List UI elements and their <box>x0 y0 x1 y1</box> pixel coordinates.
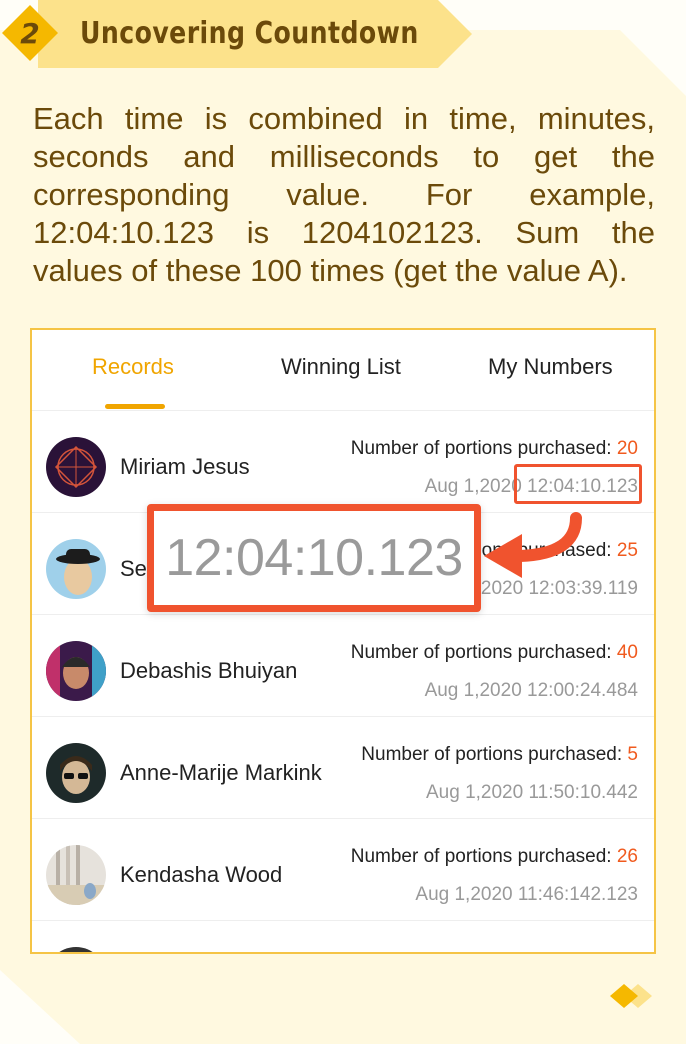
records-panel: Records Winning List My Numbers Miriam J… <box>30 328 656 954</box>
section-title: Uncovering Countdown <box>80 16 419 51</box>
record-row[interactable]: Anne-Marije Markink Number of portions p… <box>32 716 654 819</box>
active-tab-indicator <box>105 404 165 409</box>
record-row[interactable]: Debashis Bhuiyan Number of portions purc… <box>32 614 654 717</box>
step-badge-icon: 2 <box>2 5 58 61</box>
record-row[interactable]: Kendasha Wood Number of portions purchas… <box>32 818 654 921</box>
avatar <box>46 845 106 905</box>
tab-winning-list[interactable]: Winning List <box>281 354 401 380</box>
record-name: Anne-Marije Markink <box>120 760 322 785</box>
record-name: Miriam Jesus <box>120 454 250 479</box>
avatar <box>46 947 106 952</box>
record-name: Debashis Bhuiyan <box>120 658 298 683</box>
diamond-decoration-icon <box>610 984 652 1008</box>
step-number: 2 <box>20 17 39 50</box>
record-timestamp: Aug 1,2020 12:00:24.484 <box>424 680 638 701</box>
record-row-partial[interactable] <box>32 920 654 952</box>
instructions-text: Each time is combined in time, minutes, … <box>33 101 655 288</box>
tab-bar: Records Winning List My Numbers <box>32 330 654 411</box>
portions-purchased: Number of portions purchased: 5 <box>361 744 638 765</box>
portions-purchased: Number of portions purchased: 40 <box>350 642 638 663</box>
tab-my-numbers[interactable]: My Numbers <box>488 354 613 380</box>
avatar <box>46 437 106 497</box>
avatar <box>46 743 106 803</box>
portions-purchased: Number of portions purchased: 20 <box>350 438 638 459</box>
portions-purchased: Number of portions purchased: 26 <box>350 846 638 867</box>
record-name: Se <box>120 556 147 581</box>
zoomed-time-text: 12:04:10.123 <box>165 529 463 587</box>
zoomed-time-callout: 12:04:10.123 <box>147 504 481 612</box>
avatar <box>46 641 106 701</box>
avatar <box>46 539 106 599</box>
record-timestamp: Aug 1,2020 11:46:142.123 <box>415 884 638 905</box>
tab-records[interactable]: Records <box>92 354 174 380</box>
curved-arrow-icon <box>484 512 582 578</box>
record-name: Kendasha Wood <box>120 862 283 887</box>
time-highlight-box <box>514 464 642 504</box>
record-timestamp: Aug 1,2020 11:50:10.442 <box>425 782 638 803</box>
